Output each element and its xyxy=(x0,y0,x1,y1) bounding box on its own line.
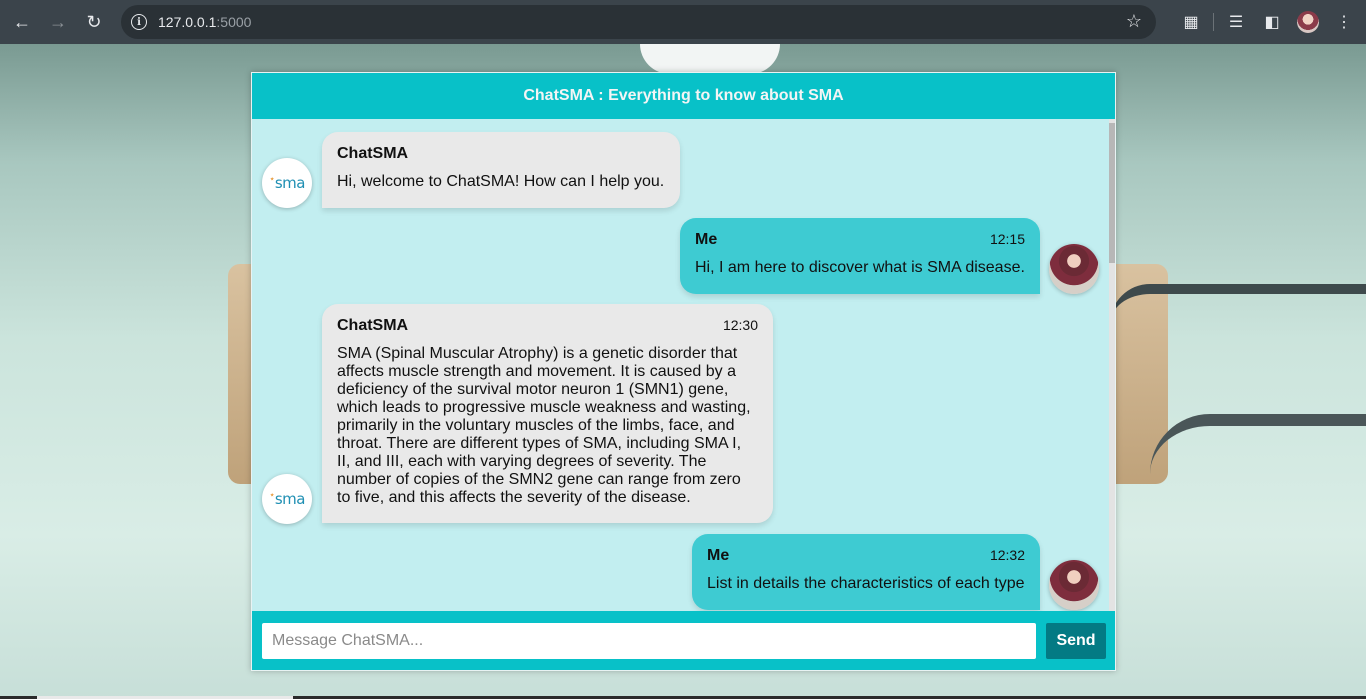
reload-icon[interactable]: ↻ xyxy=(76,4,112,40)
message-text: List in details the characteristics of e… xyxy=(707,575,1025,592)
sma-logo-icon: ⋆sma xyxy=(269,174,305,192)
bot-avatar: ⋆sma xyxy=(262,474,312,524)
message-list[interactable]: ⋆sma ChatSMA Hi, welcome to ChatSMA! How… xyxy=(252,119,1109,611)
user-message: Me 12:32 List in details the characteris… xyxy=(692,534,1040,610)
address-bar[interactable]: i 127.0.0.1:5000 ☆ xyxy=(121,5,1156,39)
profile-avatar[interactable] xyxy=(1290,4,1326,40)
url-port: :5000 xyxy=(216,14,252,30)
message-text: SMA (Spinal Muscular Atrophy) is a genet… xyxy=(337,345,751,506)
user-avatar xyxy=(1049,244,1099,294)
message-input[interactable] xyxy=(262,623,1036,659)
chat-header: ChatSMA : Everything to know about SMA xyxy=(252,73,1115,119)
message-time: 12:30 xyxy=(722,317,758,333)
side-panel-icon[interactable]: ◧ xyxy=(1254,4,1290,40)
send-button[interactable]: Send xyxy=(1046,623,1106,659)
user-avatar xyxy=(1049,560,1099,610)
message-text: Hi, I am here to discover what is SMA di… xyxy=(695,259,1025,276)
composer: Send xyxy=(252,611,1115,670)
site-info-icon[interactable]: i xyxy=(131,14,147,30)
more-menu-icon[interactable]: ⋮ xyxy=(1326,4,1362,40)
message-time: 12:15 xyxy=(989,231,1025,247)
back-icon[interactable]: ← xyxy=(4,4,40,40)
sma-logo-icon: ⋆sma xyxy=(269,490,305,508)
message-scrollbar[interactable] xyxy=(1109,119,1115,611)
bot-message: ChatSMA 12:30 SMA (Spinal Muscular Atrop… xyxy=(322,304,773,523)
user-message: Me 12:15 Hi, I am here to discover what … xyxy=(680,218,1040,294)
message-time: 12:32 xyxy=(989,547,1025,563)
toolbar-divider xyxy=(1213,13,1214,31)
media-queue-icon[interactable]: ☰ xyxy=(1218,4,1254,40)
message-sender: Me xyxy=(695,231,718,248)
message-text: Hi, welcome to ChatSMA! How can I help y… xyxy=(337,173,665,190)
bookmark-star-icon[interactable]: ☆ xyxy=(1126,11,1142,32)
message-sender: ChatSMA xyxy=(337,317,409,334)
chat-window: ChatSMA : Everything to know about SMA ⋆… xyxy=(251,72,1116,671)
message-sender: Me xyxy=(707,547,730,564)
extensions-icon[interactable]: ▦ xyxy=(1173,4,1209,40)
browser-toolbar: ← → ↻ i 127.0.0.1:5000 ☆ ▦ ☰ ◧ ⋮ xyxy=(0,0,1366,44)
url-host: 127.0.0.1 xyxy=(158,14,217,30)
forward-icon[interactable]: → xyxy=(40,4,76,40)
scrollbar-thumb[interactable] xyxy=(1109,123,1115,263)
chat-title: ChatSMA : Everything to know about SMA xyxy=(523,87,844,104)
bot-message: ChatSMA Hi, welcome to ChatSMA! How can … xyxy=(322,132,680,208)
bot-avatar: ⋆sma xyxy=(262,158,312,208)
message-sender: ChatSMA xyxy=(337,145,409,162)
